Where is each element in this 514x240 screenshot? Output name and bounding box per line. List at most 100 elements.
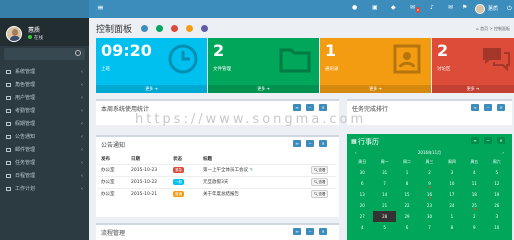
calendar-day[interactable]: 23 (418, 200, 440, 211)
mail-icon[interactable]: ✉ 6 (410, 5, 420, 13)
calendar-day[interactable]: 2 (463, 211, 485, 222)
calendar-day[interactable]: 5 (486, 167, 508, 178)
calendar-day[interactable]: 29 (396, 211, 418, 222)
close-icon[interactable]: ✕ (319, 104, 327, 111)
hamburger-menu-icon[interactable]: ≡ (97, 4, 104, 12)
calendar-day[interactable]: 24 (441, 200, 463, 211)
calendar-day[interactable]: 6 (396, 222, 418, 233)
collapse-icon[interactable]: − (484, 104, 492, 111)
collapse-icon[interactable]: − (306, 140, 314, 147)
sidebar-item-tasks[interactable]: 任务管理 ‹ (0, 157, 89, 170)
tile-more-link[interactable]: 更多 ➜ (96, 85, 207, 93)
calendar-day[interactable]: 30 (418, 211, 440, 222)
calendar-day[interactable]: 22 (396, 200, 418, 211)
sidebar-item-notices[interactable]: 公告通知 ‹ (0, 131, 89, 144)
calendar-day[interactable]: 19 (486, 189, 508, 200)
calendar-day[interactable]: 30 (351, 167, 373, 178)
next-month-icon[interactable]: › (502, 150, 504, 155)
close-icon[interactable]: ✕ (319, 140, 327, 147)
calendar-day[interactable]: 25 (463, 200, 485, 211)
calendar-day[interactable]: 3 (441, 167, 463, 178)
calendar-day[interactable]: 21 (373, 200, 395, 211)
sidebar-item-mail[interactable]: 邮件管理 ‹ (0, 144, 89, 157)
calendar-day[interactable]: 1 (441, 211, 463, 222)
calendar-day[interactable]: 9 (418, 178, 440, 189)
calendar-day[interactable]: 17 (441, 189, 463, 200)
calendar-day[interactable]: 12 (486, 178, 508, 189)
message-icon[interactable]: ✉ (448, 5, 453, 11)
sidebar-search-input[interactable] (4, 48, 85, 60)
calendar-day[interactable]: 15 (396, 189, 418, 200)
topbar-avatar[interactable] (475, 4, 485, 14)
calendar-day[interactable]: 13 (351, 189, 373, 200)
calendar-day[interactable]: 31 (373, 167, 395, 178)
topbar-username[interactable]: 蕙质 (488, 5, 498, 12)
close-icon[interactable]: ✕ (319, 228, 327, 235)
power-icon[interactable]: ⏻ (507, 5, 512, 13)
flag-icon[interactable]: ⚑ (462, 5, 467, 11)
settings-icon[interactable]: ≡ (471, 137, 479, 144)
view-button[interactable]: 🔍︎查看 (311, 177, 329, 186)
theme-color-green[interactable] (156, 25, 163, 32)
theme-color-blue[interactable] (141, 25, 148, 32)
tile-more-link[interactable]: 更多 ➜ (208, 85, 319, 93)
sidebar-item-leave[interactable]: 假期管理 ‹ (0, 118, 89, 131)
settings-icon[interactable]: ≡ (293, 140, 301, 147)
logo-bar[interactable] (0, 0, 89, 18)
calendar-day[interactable]: 7 (373, 178, 395, 189)
theme-color-purple[interactable] (201, 25, 208, 32)
settings-icon[interactable]: ≡ (293, 104, 301, 111)
calendar-day[interactable]: 8 (441, 222, 463, 233)
calendar-day[interactable]: 4 (463, 167, 485, 178)
prev-month-icon[interactable]: ‹ (355, 150, 357, 155)
view-button[interactable]: 🔍︎查看 (311, 165, 329, 174)
collapse-icon[interactable]: − (306, 228, 314, 235)
theme-color-orange[interactable] (186, 25, 193, 32)
tile-more-link[interactable]: 更多 ➜ (320, 85, 431, 93)
settings-icon[interactable]: ≡ (293, 228, 301, 235)
cell-title[interactable]: 第一上午全体员工会议 ✎ (200, 163, 308, 176)
calendar-day[interactable]: 27 (351, 211, 373, 222)
calendar-day[interactable]: 1 (396, 167, 418, 178)
calendar-day[interactable]: 14 (373, 189, 395, 200)
calendar-day[interactable]: 28 (373, 211, 396, 222)
settings-icon[interactable]: ≡ (471, 104, 479, 111)
sidebar-item-system[interactable]: 系统管理 ‹ (0, 66, 89, 79)
calendar-day[interactable]: 4 (351, 222, 373, 233)
tile-more-link[interactable]: 更多 ➜ (432, 85, 514, 93)
sidebar-item-users[interactable]: 用户管理 ‹ (0, 92, 89, 105)
calendar-day[interactable]: 16 (418, 189, 440, 200)
sidebar-item-roles[interactable]: 角色管理 ‹ (0, 79, 89, 92)
calendar-day[interactable]: 2 (418, 167, 440, 178)
calendar-day[interactable]: 10 (441, 178, 463, 189)
calendar-day[interactable]: 5 (373, 222, 395, 233)
apps-icon[interactable]: ◆ (391, 5, 396, 11)
collapse-icon[interactable]: − (484, 137, 492, 144)
cart-icon[interactable]: ▣ (372, 5, 378, 11)
calendar-day[interactable]: 11 (463, 178, 485, 189)
sidebar-item-schedule[interactable]: 日程管理 ‹ (0, 170, 89, 183)
theme-color-red[interactable] (171, 25, 178, 32)
calendar-day[interactable]: 10 (486, 222, 508, 233)
breadcrumb-home[interactable]: 首页 (480, 26, 488, 31)
calendar-day[interactable]: 6 (351, 178, 373, 189)
bell-icon[interactable]: ● (352, 5, 357, 11)
view-button[interactable]: 🔍︎查看 (311, 189, 329, 198)
calendar-day[interactable]: 18 (463, 189, 485, 200)
calendar-day[interactable]: 26 (486, 200, 508, 211)
search-icon[interactable] (75, 50, 81, 56)
calendar-day[interactable]: 3 (486, 211, 508, 222)
calendar-day[interactable]: 8 (396, 178, 418, 189)
sidebar-item-attendance[interactable]: 考勤管理 ‹ (0, 105, 89, 118)
sidebar-item-plans[interactable]: 工作计划 ‹ (0, 183, 89, 196)
calendar-day[interactable]: 20 (351, 200, 373, 211)
close-icon[interactable]: ✕ (497, 137, 505, 144)
calendar-day[interactable]: 9 (463, 222, 485, 233)
notification-icon[interactable]: ♪ (430, 5, 434, 11)
collapse-icon[interactable]: − (306, 104, 314, 111)
calendar-day[interactable]: 7 (418, 222, 440, 233)
cell-title[interactable]: 关于年度总结报告 (200, 187, 308, 200)
weekday-label: 周四 (447, 159, 456, 164)
cell-title[interactable]: 元旦放假3天 (200, 175, 308, 188)
close-icon[interactable]: ✕ (497, 104, 505, 111)
